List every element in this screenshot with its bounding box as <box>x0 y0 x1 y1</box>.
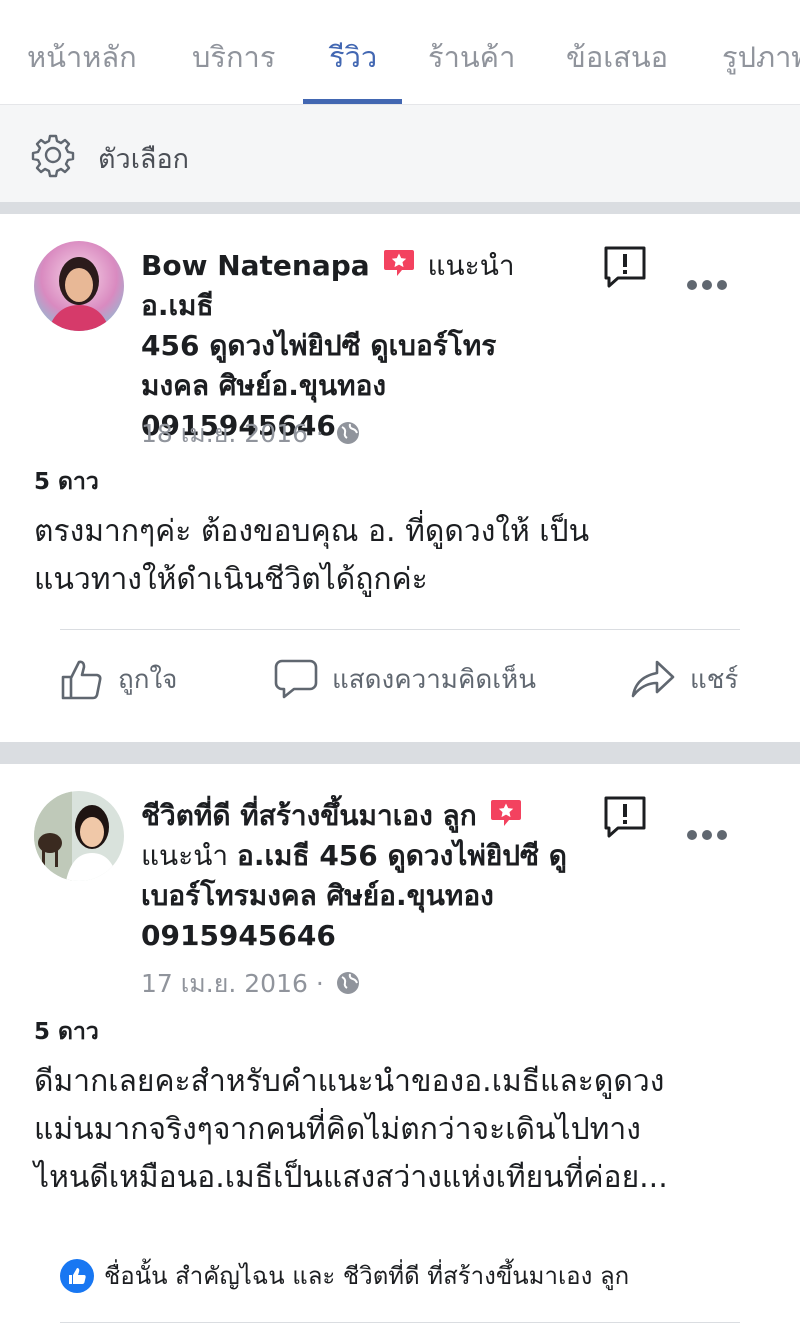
page-name[interactable]: อ.เมธี 456 ดูดวงไพ่ยิปซี ดู <box>237 839 567 872</box>
page-name-line[interactable]: 456 ดูดวงไพ่ยิปซี ดูเบอร์โทร <box>141 329 496 362</box>
page-name[interactable]: อ.เมธี <box>141 289 214 322</box>
comment-label: แสดงความคิดเห็น <box>332 664 537 695</box>
review-text-line: ตรงมากๆค่ะ ต้องขอบคุณ อ. ที่ดูดวงให้ เป็… <box>34 514 590 549</box>
globe-icon <box>336 972 359 994</box>
page-name-line[interactable]: เบอร์โทรมงคล ศิษย์อ.ขุนทอง <box>141 879 494 912</box>
recommend-verb: แนะนำ <box>141 839 229 872</box>
review-text: ตรงมากๆค่ะ ต้องขอบคุณ อ. ที่ดูดวงให้ เป็… <box>34 508 774 604</box>
review-meta: 18 เม.ย. 2016 · <box>141 414 360 454</box>
more-options-icon[interactable] <box>686 829 728 841</box>
review-date[interactable]: 17 เม.ย. 2016 <box>141 969 308 998</box>
like-label: ถูกใจ <box>118 664 178 695</box>
rating-label: 5 ดาว <box>34 1019 99 1045</box>
rating-label: 5 ดาว <box>34 469 99 495</box>
globe-icon <box>336 422 359 444</box>
likes-summary[interactable]: ชื่อนั้น สำคัญไฉน และ ชีวิตที่ดี ที่สร้า… <box>60 1256 629 1295</box>
gear-icon <box>31 134 75 178</box>
review-header: ชีวิตที่ดี ที่สร้างขึ้นมาเอง ลูก แนะนำ อ… <box>141 796 591 956</box>
recommend-badge-icon <box>383 250 414 276</box>
avatar[interactable] <box>34 241 124 331</box>
options-bar[interactable]: ตัวเลือก <box>0 104 800 202</box>
comment-icon <box>274 659 318 699</box>
tab-services[interactable]: บริการ <box>192 34 275 80</box>
review-text-line: ดีมากเลยคะสำหรับคำแนะนำของอ.เมธีและดูดวง <box>34 1064 665 1099</box>
like-button[interactable]: ถูกใจ <box>60 657 177 701</box>
page-name-line[interactable]: 0915945646 <box>141 919 336 952</box>
page-name-line[interactable]: มงคล ศิษย์อ.ขุนทอง <box>141 369 386 402</box>
likes-text: ชื่อนั้น สำคัญไฉน และ ชีวิตที่ดี ที่สร้า… <box>104 1262 630 1290</box>
more-options-icon[interactable] <box>686 279 728 291</box>
comment-button[interactable]: แสดงความคิดเห็น <box>274 657 536 701</box>
page-tabs: หน้าหลัก บริการ รีวิว ร้านค้า ข้อเสนอ รู… <box>0 0 800 104</box>
thumbs-up-icon <box>61 660 102 700</box>
share-button[interactable]: แชร์ <box>630 657 738 701</box>
options-label: ตัวเลือก <box>98 144 190 175</box>
review-meta: 17 เม.ย. 2016 · <box>141 964 360 1004</box>
tab-offers[interactable]: ข้อเสนอ <box>566 34 668 80</box>
tab-home[interactable]: หน้าหลัก <box>27 34 137 80</box>
avatar[interactable] <box>34 791 124 881</box>
tab-reviews[interactable]: รีวิว <box>329 34 377 80</box>
author-name[interactable]: Bow Natenapa <box>141 249 370 282</box>
share-icon <box>631 660 675 698</box>
review-text: ดีมากเลยคะสำหรับคำแนะนำของอ.เมธีและดูดวง… <box>34 1058 774 1202</box>
tab-shop[interactable]: ร้านค้า <box>428 34 515 80</box>
review-date[interactable]: 18 เม.ย. 2016 <box>141 419 308 448</box>
report-icon[interactable] <box>602 244 648 290</box>
author-name[interactable]: ชีวิตที่ดี ที่สร้างขึ้นมาเอง ลูก <box>141 799 477 832</box>
share-label: แชร์ <box>690 664 739 695</box>
review-text-line: แนวทางให้ดำเนินชีวิตได้ถูกค่ะ <box>34 562 428 597</box>
like-reaction-icon <box>60 1258 94 1293</box>
review-card: Bow Natenapa แนะนำ อ.เมธี 456 ดูดวงไพ่ยิ… <box>0 214 800 742</box>
review-text-line: แม่นมากจริงๆจากคนที่คิดไม่ตกว่าจะเดินไปท… <box>34 1112 641 1147</box>
report-icon[interactable] <box>602 794 648 840</box>
divider <box>60 1322 740 1323</box>
section-separator <box>0 742 800 764</box>
review-text-line[interactable]: ไหนดีเหมือนอ.เมธีเป็นแสงสว่างแห่งเทียนที… <box>34 1154 774 1202</box>
recommend-badge-icon <box>490 800 521 826</box>
divider <box>60 629 740 630</box>
review-card: ชีวิตที่ดี ที่สร้างขึ้นมาเอง ลูก แนะนำ อ… <box>0 764 800 1327</box>
tab-photos[interactable]: รูปภาพ <box>722 34 800 80</box>
section-separator <box>0 202 800 214</box>
recommend-verb: แนะนำ <box>427 249 515 282</box>
